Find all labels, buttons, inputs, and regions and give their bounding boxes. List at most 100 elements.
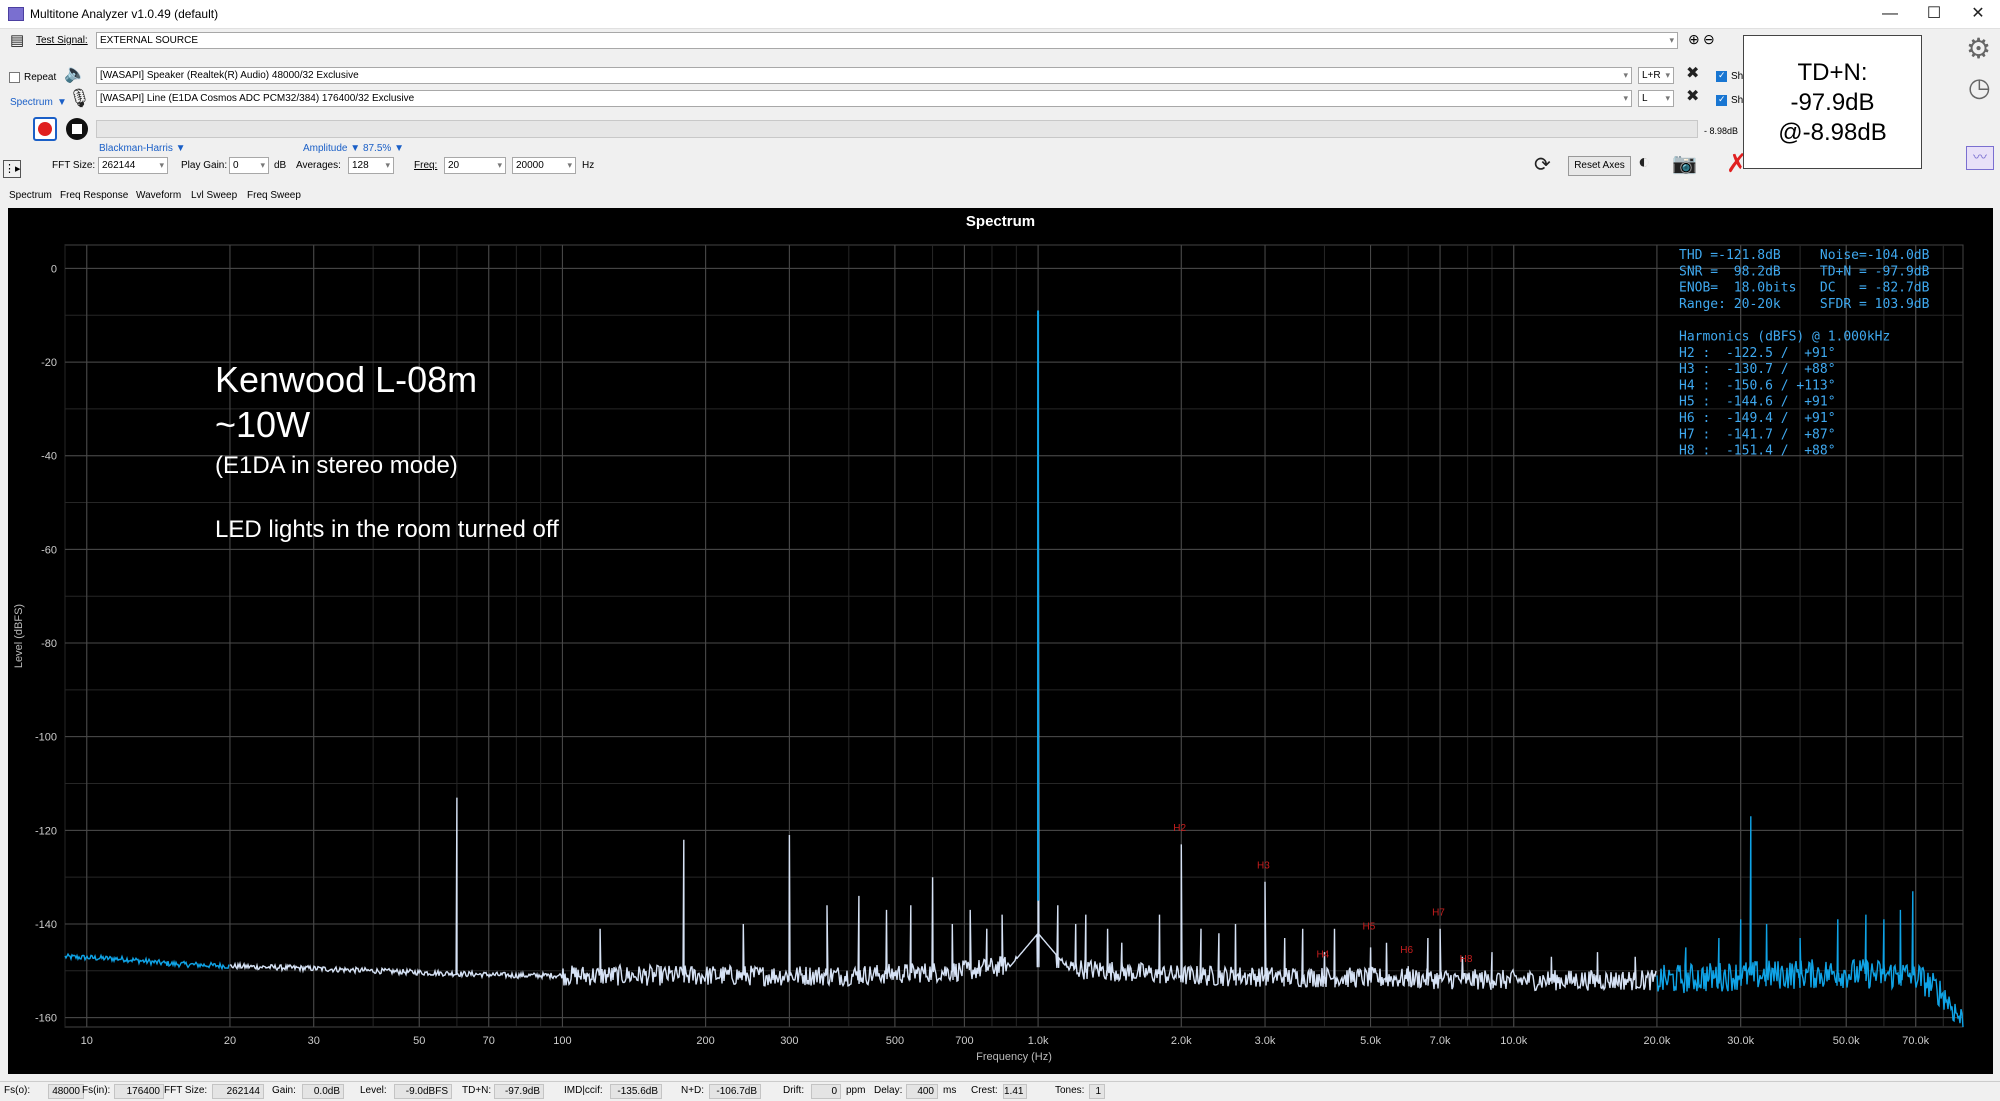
minimize-button[interactable]: — <box>1878 4 1902 24</box>
window-function-value: Blackman-Harris <box>99 143 173 154</box>
status-value: 0 <box>811 1084 841 1099</box>
x-tick-label: 30 <box>308 1035 320 1047</box>
input-device-value: [WASAPI] Line (E1DA Cosmos ADC PCM32/384… <box>100 93 415 104</box>
tab-spectrum[interactable]: Spectrum <box>9 190 52 201</box>
averages-select[interactable]: 128 ▾ <box>348 157 394 174</box>
harmonic-marker: H6 <box>1400 945 1413 956</box>
status-label: Fs(o): <box>4 1085 31 1096</box>
show2-checkbox[interactable] <box>1716 94 1727 106</box>
amplitude-value: 87.5% <box>362 143 392 154</box>
tab-lvl-sweep[interactable]: Lvl Sweep <box>191 190 237 201</box>
annotation-text: ~10W <box>215 404 310 445</box>
annotation-text: LED lights in the room turned off <box>215 516 559 543</box>
record-icon <box>38 122 52 136</box>
spectrum-mode-label[interactable]: Spectrum <box>10 97 53 108</box>
input-settings-icon[interactable]: ✖ <box>1686 86 1699 106</box>
y-tick-label: -100 <box>35 732 57 744</box>
y-axis-ticks: 0 -20 -40 -60 -80 -100 -120 -140 -160 <box>35 263 57 1024</box>
harmonic-marker: H8 <box>1460 954 1473 965</box>
gear-icon[interactable]: ⚙ <box>1966 32 1991 65</box>
x-tick-label: 200 <box>696 1035 714 1047</box>
freq-to-input[interactable]: 20000 ▾ <box>512 157 576 174</box>
freq-unit: Hz <box>582 160 595 171</box>
stats-line: H2 : -122.5 / +91° <box>1679 346 1836 361</box>
stats-line: H6 : -149.4 / +91° <box>1679 411 1836 426</box>
tdn-readout-title: TD+N: <box>1797 59 1868 86</box>
status-value: -135.6dB <box>610 1084 662 1099</box>
tab-freq-sweep[interactable]: Freq Sweep <box>247 190 301 201</box>
chevron-down-icon: ▾ <box>260 160 265 170</box>
output-settings-icon[interactable]: ✖ <box>1686 63 1699 83</box>
x-tick-label: 3.0k <box>1255 1035 1276 1047</box>
averages-value: 128 <box>352 160 369 171</box>
play-gain-unit: dB <box>274 160 287 171</box>
close-button[interactable]: ✕ <box>1966 4 1990 24</box>
show1-checkbox[interactable] <box>1716 70 1727 82</box>
freq-from-value: 20 <box>448 160 460 171</box>
x-tick-label: 2.0k <box>1171 1035 1192 1047</box>
remove-signal-icon[interactable]: ⊖ <box>1703 31 1715 48</box>
stats-line: H7 : -141.7 / +87° <box>1679 427 1836 442</box>
speaker-icon[interactable]: 🔈 <box>64 63 86 84</box>
status-label: Crest: <box>971 1085 998 1096</box>
harmonic-marker: H5 <box>1363 921 1376 932</box>
play-gain-value: 0 <box>233 160 239 171</box>
x-tick-label: 50.0k <box>1833 1035 1860 1047</box>
status-value: 0.0dB <box>302 1084 344 1099</box>
status-value: 262144 <box>212 1084 264 1099</box>
test-signal-select[interactable]: EXTERNAL SOURCE ▾ <box>96 32 1678 49</box>
stats-line: H5 : -144.6 / +91° <box>1679 395 1836 410</box>
x-tick-label: 7.0k <box>1430 1035 1451 1047</box>
input-channel-select[interactable]: L ▾ <box>1638 90 1674 107</box>
x-tick-label: 5.0k <box>1360 1035 1381 1047</box>
test-signal-value: EXTERNAL SOURCE <box>100 35 198 46</box>
clock-icon[interactable]: ◷ <box>1968 72 1991 103</box>
maximize-button[interactable]: ☐ <box>1922 4 1946 24</box>
microphone-icon[interactable]: 🎙 <box>68 88 91 109</box>
waveform-icon[interactable]: 〰 <box>1966 146 1994 170</box>
chevron-down-icon: ▾ <box>1665 70 1670 80</box>
tab-waveform[interactable]: Waveform <box>136 190 181 201</box>
y-tick-label: -160 <box>35 1013 57 1025</box>
input-channel-value: L <box>1642 93 1648 104</box>
x-axis-ticks: 10 20 30 50 70 100 200 300 500 700 1.0k 2.0k 3.0k 5.0… <box>81 1035 1930 1047</box>
chart-title: Spectrum <box>8 208 1993 235</box>
output-channel-select[interactable]: L+R ▾ <box>1638 67 1674 84</box>
input-device-select[interactable]: [WASAPI] Line (E1DA Cosmos ADC PCM32/384… <box>96 90 1632 107</box>
contrast-icon[interactable]: ◐ <box>1638 151 1650 174</box>
panel-toggle-icon[interactable]: ⋮▸ <box>3 160 21 178</box>
status-label: Delay: <box>874 1085 903 1096</box>
fft-size-select[interactable]: 262144 ▾ <box>98 157 168 174</box>
amplitude-link[interactable]: Amplitude ▼ 87.5% ▼ <box>303 143 404 154</box>
chevron-down-icon[interactable]: ▼ <box>57 97 67 108</box>
freq-from-input[interactable]: 20 ▾ <box>444 157 506 174</box>
test-signal-label[interactable]: Test Signal: <box>36 35 88 46</box>
add-signal-icon[interactable]: ⊕ <box>1688 31 1700 48</box>
fft-size-value: 262144 <box>102 160 136 171</box>
spectrum-chart[interactable]: 10 20 30 50 70 100 200 300 500 700 1.0k 2.0k 3.0k 5.0… <box>8 235 1993 1074</box>
x-tick-label: 10.0k <box>1500 1035 1527 1047</box>
test-signal-icon[interactable]: ▤ <box>10 31 24 49</box>
freq-to-value: 20000 <box>516 160 544 171</box>
y-tick-label: -140 <box>35 919 57 931</box>
series-line-low <box>64 952 230 971</box>
window-function-link[interactable]: Blackman-Harris ▼ <box>99 143 186 154</box>
averages-label: Averages: <box>296 160 341 171</box>
app-icon <box>8 7 24 21</box>
x-tick-label: 30.0k <box>1727 1035 1754 1047</box>
reset-axes-button[interactable]: Reset Axes <box>1568 156 1631 176</box>
repeat-checkbox[interactable] <box>9 72 20 83</box>
camera-icon[interactable]: 📷 <box>1672 151 1697 176</box>
x-tick-label: 50 <box>413 1035 425 1047</box>
refresh-icon[interactable]: ⟳ <box>1534 152 1551 177</box>
repeat-label: Repeat <box>24 72 57 83</box>
output-device-select[interactable]: [WASAPI] Speaker (Realtek(R) Audio) 4800… <box>96 67 1632 84</box>
y-tick-label: -20 <box>41 357 57 369</box>
record-button[interactable] <box>33 117 57 141</box>
tab-freq-response[interactable]: Freq Response <box>60 190 128 201</box>
status-label: TD+N: <box>462 1085 492 1096</box>
stop-button[interactable] <box>66 118 88 140</box>
fft-size-label: FFT Size: <box>52 160 96 171</box>
play-gain-input[interactable]: 0 ▾ <box>229 157 269 174</box>
chevron-down-icon: ▾ <box>1623 70 1628 80</box>
